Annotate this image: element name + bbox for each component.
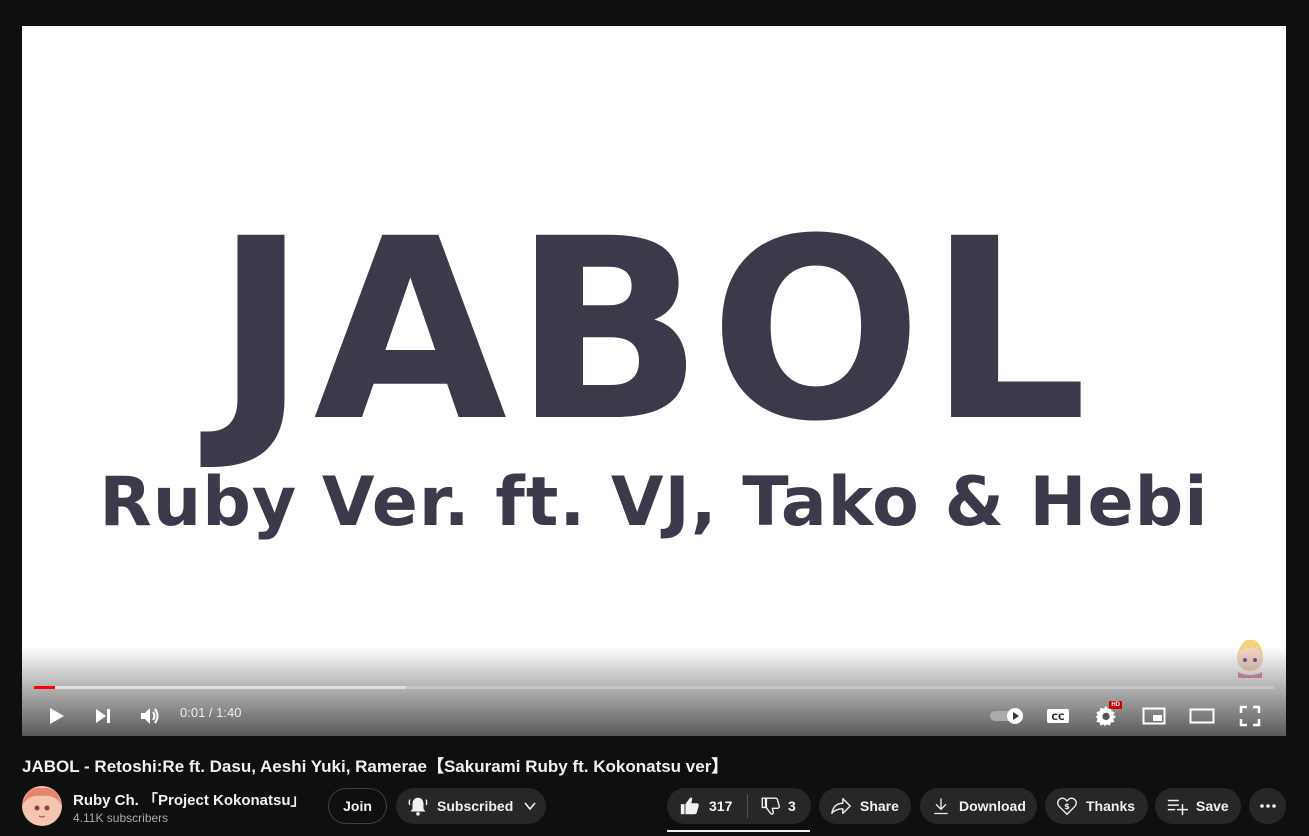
theater-mode-icon: [1189, 708, 1215, 724]
channel-avatar[interactable]: [22, 786, 62, 826]
download-label: Download: [959, 798, 1026, 814]
share-button[interactable]: Share: [819, 788, 911, 824]
thanks-button[interactable]: $ Thanks: [1045, 788, 1148, 824]
like-button[interactable]: 317: [667, 788, 747, 824]
volume-button[interactable]: [132, 698, 168, 734]
video-frame-subtitle: Ruby Ver. ft. VJ, Tako & Hebi: [99, 463, 1209, 542]
player-controls: 0:01 / 1:40 CC HD: [22, 694, 1286, 734]
progress-buffered: [34, 686, 406, 689]
like-count: 317: [709, 798, 733, 814]
like-dislike-group: 317 3: [667, 788, 811, 824]
miniplayer-icon: [1142, 707, 1166, 725]
thumbs-up-icon: [680, 797, 699, 815]
fullscreen-icon: [1239, 705, 1261, 727]
video-frame-title: JABOL: [214, 185, 1094, 476]
bell-icon: [408, 797, 428, 816]
captions-button[interactable]: CC: [1040, 698, 1076, 734]
share-label: Share: [860, 798, 899, 814]
svg-text:CC: CC: [1051, 713, 1065, 723]
miniplayer-button[interactable]: [1136, 698, 1172, 734]
svg-text:$: $: [1064, 801, 1070, 811]
time-total: 1:40: [216, 705, 242, 720]
heart-dollar-icon: $: [1057, 797, 1077, 816]
subscribed-label: Subscribed: [437, 798, 514, 814]
play-icon: [50, 708, 64, 724]
save-button[interactable]: Save: [1155, 788, 1241, 824]
thumbs-down-icon: [761, 797, 780, 815]
video-title: JABOL - Retoshi:Re ft. Dasu, Aeshi Yuki,…: [22, 757, 729, 776]
save-label: Save: [1196, 798, 1229, 814]
time-display: 0:01 / 1:40: [180, 705, 241, 720]
captions-icon: CC: [1047, 709, 1069, 723]
settings-button[interactable]: HD: [1088, 698, 1124, 734]
download-icon: [934, 798, 948, 815]
time-separator: /: [205, 705, 217, 720]
dislike-count: 3: [788, 798, 796, 814]
download-button[interactable]: Download: [920, 788, 1037, 824]
next-icon: [96, 709, 110, 723]
progress-played: [34, 686, 56, 689]
avatar-image: [22, 786, 62, 826]
play-button[interactable]: [38, 698, 74, 734]
volume-icon: [141, 708, 159, 724]
more-actions-button[interactable]: [1249, 788, 1286, 824]
autoplay-toggle-icon: [990, 708, 1023, 724]
join-button[interactable]: Join: [328, 788, 387, 824]
hd-badge: HD: [1109, 701, 1122, 709]
share-icon: [831, 797, 851, 815]
more-horizontal-icon: [1259, 804, 1276, 808]
subscribed-button[interactable]: Subscribed: [396, 788, 546, 824]
playlist-add-icon: [1167, 799, 1188, 816]
join-label: Join: [343, 798, 372, 814]
chevron-down-icon: [524, 802, 536, 811]
dislike-button[interactable]: 3: [748, 788, 796, 824]
thanks-label: Thanks: [1086, 798, 1136, 814]
next-button[interactable]: [85, 698, 121, 734]
autoplay-toggle[interactable]: [988, 698, 1026, 734]
time-current: 0:01: [180, 705, 206, 720]
theater-mode-button[interactable]: [1184, 698, 1220, 734]
like-underline: [667, 830, 810, 832]
channel-name[interactable]: Ruby Ch. 「Project Kokonatsu」: [73, 789, 306, 810]
video-player[interactable]: JABOL Ruby Ver. ft. VJ, Tako & Hebi 0:01…: [22, 26, 1286, 736]
fullscreen-button[interactable]: [1232, 698, 1268, 734]
subscriber-count: 4.11K subscribers: [73, 811, 169, 825]
progress-bar[interactable]: [34, 686, 1274, 689]
